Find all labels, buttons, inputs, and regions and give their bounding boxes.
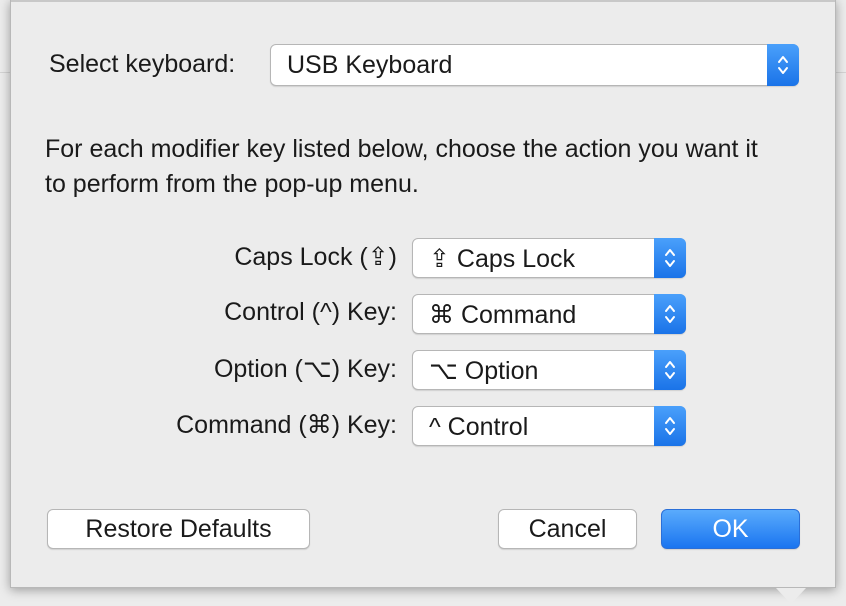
keyboard-popup-value: USB Keyboard: [287, 51, 453, 79]
control-key-label: Control (^) Key:: [224, 298, 397, 326]
command-key-action-value: ^ Control: [429, 413, 529, 441]
select-keyboard-label: Select keyboard:: [49, 50, 236, 78]
caps-lock-action-popup[interactable]: ⇪ Caps Lock: [412, 238, 686, 278]
control-key-action-popup[interactable]: ⌘ Command: [412, 294, 686, 334]
chevron-up-down-icon: [654, 238, 686, 278]
command-key-label: Command (⌘) Key:: [176, 411, 397, 439]
chevron-up-down-icon: [654, 294, 686, 334]
instructions-text: For each modifier key listed below, choo…: [45, 135, 758, 198]
ok-button[interactable]: OK: [661, 509, 800, 549]
option-key-action-popup[interactable]: ⌥ Option: [412, 350, 686, 390]
command-key-action-popup[interactable]: ^ Control: [412, 406, 686, 446]
caps-lock-key-label: Caps Lock (⇪): [234, 243, 397, 271]
restore-defaults-button[interactable]: Restore Defaults: [47, 509, 310, 549]
chevron-up-down-icon: [654, 406, 686, 446]
control-key-action-value: ⌘ Command: [429, 301, 577, 329]
chevron-up-down-icon: [767, 44, 799, 86]
chevron-up-down-icon: [654, 350, 686, 390]
keyboard-popup-button[interactable]: USB Keyboard: [270, 44, 799, 86]
sheet-pointer-arrow: [776, 588, 806, 604]
caps-lock-action-value: ⇪ Caps Lock: [429, 245, 576, 273]
modifier-keys-sheet: Select keyboard: USB Keyboard For each m…: [10, 0, 836, 588]
cancel-button[interactable]: Cancel: [498, 509, 637, 549]
option-key-action-value: ⌥ Option: [429, 357, 539, 385]
option-key-label: Option (⌥) Key:: [213, 355, 397, 383]
sheet-top-edge: [11, 0, 835, 2]
